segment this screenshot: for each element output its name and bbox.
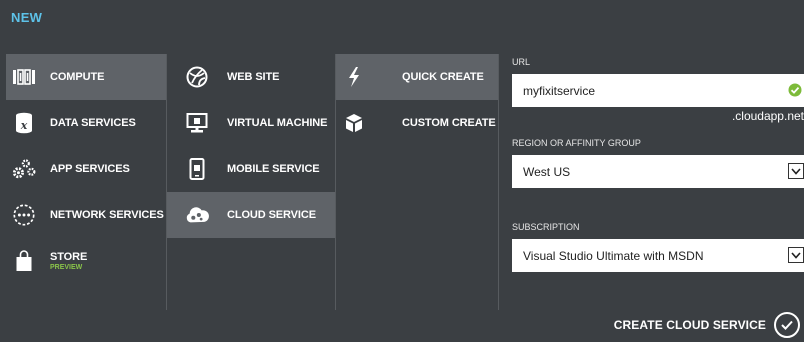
category-store[interactable]: STORE PREVIEW — [6, 238, 166, 284]
category-label: STORE — [50, 251, 88, 263]
service-label: WEB SITE — [227, 71, 280, 83]
service-cloud-service[interactable]: CLOUD SERVICE — [167, 192, 335, 238]
service-label: VIRTUAL MACHINE — [227, 117, 328, 129]
svg-text:x: x — [20, 119, 28, 132]
region-select[interactable]: West US — [512, 155, 804, 188]
data-services-icon: x — [12, 111, 36, 135]
url-input[interactable] — [523, 83, 763, 98]
compute-icon — [12, 65, 36, 89]
option-label: QUICK CREATE — [402, 71, 484, 83]
category-compute[interactable]: COMPUTE — [6, 54, 166, 100]
category-label: APP SERVICES — [50, 163, 130, 175]
service-label: CLOUD SERVICE — [227, 209, 316, 221]
option-quick-create[interactable]: QUICK CREATE — [336, 54, 498, 100]
create-option-list: QUICK CREATE CUSTOM CREATE — [336, 54, 498, 310]
network-services-icon — [12, 203, 36, 227]
create-cloud-service-button[interactable]: CREATE CLOUD SERVICE — [614, 310, 800, 340]
category-list: COMPUTE x DATA SERVICES APP SERVICES NET… — [6, 54, 166, 310]
url-field[interactable] — [512, 74, 804, 107]
web-site-icon — [185, 65, 209, 89]
option-custom-create[interactable]: CUSTOM CREATE — [336, 100, 498, 146]
category-label: DATA SERVICES — [50, 117, 136, 129]
cloud-service-icon — [185, 203, 209, 227]
subscription-label: SUBSCRIPTION — [512, 222, 580, 232]
mobile-service-icon — [185, 157, 209, 181]
region-label: REGION OR AFFINITY GROUP — [512, 138, 641, 148]
category-data-services[interactable]: x DATA SERVICES — [6, 100, 166, 146]
service-web-site[interactable]: WEB SITE — [167, 54, 335, 100]
url-label: URL — [512, 57, 531, 67]
create-button-label: CREATE CLOUD SERVICE — [613, 318, 766, 332]
chevron-down-icon[interactable] — [788, 247, 804, 263]
url-suffix: .cloudapp.net — [731, 109, 804, 123]
valid-check-icon — [788, 83, 802, 100]
service-virtual-machine[interactable]: VIRTUAL MACHINE — [167, 100, 335, 146]
region-value: West US — [523, 164, 571, 179]
chevron-down-icon[interactable] — [788, 163, 804, 179]
category-app-services[interactable]: APP SERVICES — [6, 146, 166, 192]
dialog-title: NEW — [11, 10, 43, 25]
option-label: CUSTOM CREATE — [402, 117, 496, 129]
category-label: NETWORK SERVICES — [50, 209, 164, 221]
category-network-services[interactable]: NETWORK SERVICES — [6, 192, 166, 238]
subscription-value: Visual Studio Ultimate with MSDN — [523, 248, 704, 263]
service-mobile-service[interactable]: MOBILE SERVICE — [167, 146, 335, 192]
virtual-machine-icon — [185, 111, 209, 135]
store-icon — [12, 249, 36, 273]
checkmark-icon — [774, 312, 800, 338]
dialog-header: NEW — [0, 0, 804, 36]
box-icon — [344, 111, 364, 135]
lightning-icon — [344, 65, 364, 89]
subscription-select[interactable]: Visual Studio Ultimate with MSDN — [512, 239, 804, 272]
column-divider — [498, 54, 499, 310]
service-label: MOBILE SERVICE — [227, 163, 320, 175]
app-services-icon — [12, 157, 36, 181]
service-list: WEB SITE VIRTUAL MACHINE MOBILE SERVICE … — [167, 54, 335, 310]
preview-badge: PREVIEW — [50, 264, 83, 271]
category-label: COMPUTE — [50, 71, 105, 83]
